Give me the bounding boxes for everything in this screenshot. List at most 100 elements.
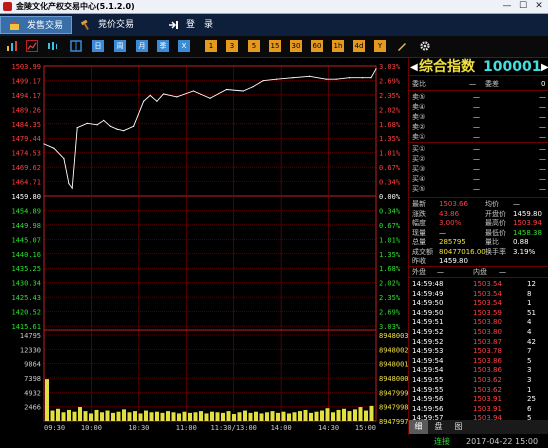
weicha-value: 0 xyxy=(541,80,546,88)
tab-auction-trade[interactable]: 竞价交易 xyxy=(72,16,148,34)
volume-bar xyxy=(320,410,324,421)
hour-1-button[interactable]: 1h xyxy=(332,40,344,52)
tab-chart[interactable]: 图 xyxy=(449,420,468,434)
volume-bar xyxy=(281,411,286,421)
minute-3-button[interactable]: 3 xyxy=(226,40,238,52)
volume-bar xyxy=(182,411,187,421)
stat-value: 1459.80 xyxy=(439,257,468,265)
buy-level-price: — xyxy=(473,185,480,193)
minute-30-button[interactable]: 30 xyxy=(290,40,302,52)
percent-tick-label: 2.35% xyxy=(379,92,401,100)
tick-price: 1503.80 xyxy=(473,328,502,336)
prev-index-button[interactable]: ◀ xyxy=(410,62,418,73)
price-point xyxy=(362,77,364,79)
period-month-button[interactable]: 月 xyxy=(136,40,148,52)
weibi-label: 委比 xyxy=(412,80,426,88)
close-button[interactable]: ✕ xyxy=(532,1,546,12)
buy-level-price: — xyxy=(473,145,480,153)
price-point xyxy=(149,94,151,96)
volume-bar xyxy=(292,412,297,421)
window-title: 金陵文化产权交易中心(5.1.2.0) xyxy=(16,2,135,11)
sell-level-row: 卖⑤ — — xyxy=(409,92,548,102)
candlestick-icon[interactable] xyxy=(46,40,58,52)
draw-pen-icon[interactable] xyxy=(396,40,408,52)
bar-chart-icon[interactable] xyxy=(6,40,18,52)
percent-tick-label: 0.67% xyxy=(379,222,401,230)
sell-level-qty: — xyxy=(539,113,546,121)
sell-level-row: 卖② — — xyxy=(409,122,548,132)
line-chart-icon[interactable] xyxy=(26,40,38,52)
volume-bar xyxy=(232,414,236,421)
day-4-button[interactable]: 4d xyxy=(353,40,365,52)
tab-login[interactable]: 登 录 xyxy=(160,16,230,34)
tab-book[interactable]: 盘 xyxy=(429,420,448,434)
volume-tick-label: 2466 xyxy=(24,404,41,412)
volume-tick-label: 7398 xyxy=(24,375,41,383)
volume-bar xyxy=(133,411,137,421)
price-tick-label: 1464.71 xyxy=(11,179,41,187)
next-index-button[interactable]: ▶ xyxy=(541,62,548,73)
grid-icon[interactable] xyxy=(70,40,82,52)
period-x-button[interactable]: X xyxy=(178,40,190,52)
volume-bar xyxy=(94,409,99,421)
weicha-label: 委差 xyxy=(485,80,499,88)
price-point xyxy=(76,127,78,129)
volume-bar xyxy=(314,411,319,421)
tick-time: 14:59:52 xyxy=(412,328,444,336)
volume-right-tick-label: 8947999 xyxy=(379,389,408,397)
tick-volume: 12 xyxy=(527,280,536,288)
volume-right-tick-label: 8948003 xyxy=(379,332,408,340)
volume-bar xyxy=(204,413,209,421)
sell-level-qty: — xyxy=(539,93,546,101)
period-day-button[interactable]: 日 xyxy=(92,40,104,52)
weibi-value: — xyxy=(469,80,476,88)
price-point xyxy=(335,78,337,80)
tick-volume: 3 xyxy=(527,376,532,384)
minute-5-button[interactable]: 5 xyxy=(248,40,260,52)
year-button[interactable]: Y xyxy=(374,40,386,52)
tab-primary-sale[interactable]: 发售交易 xyxy=(0,16,72,34)
percent-tick-label: 3.03% xyxy=(379,323,401,331)
sell-level-label: 卖④ xyxy=(412,103,426,111)
price-point xyxy=(109,125,111,127)
tick-price: 1503.78 xyxy=(473,347,502,356)
sell-level-price: — xyxy=(473,103,480,111)
sale-icon xyxy=(10,21,19,30)
tab-detail[interactable]: 细 xyxy=(409,420,428,434)
minute-15-button[interactable]: 15 xyxy=(269,40,281,52)
buy-level-price: — xyxy=(473,155,480,163)
status-datetime: 2017-04-22 15:00 xyxy=(466,437,539,446)
tick-time: 14:59:55 xyxy=(412,376,444,384)
neipan-value: — xyxy=(499,268,506,276)
percent-tick-label: 1.68% xyxy=(379,265,401,273)
buy-level-qty: — xyxy=(539,145,546,153)
settings-gear-icon[interactable] xyxy=(419,40,431,52)
minimize-button[interactable]: — xyxy=(500,1,514,12)
price-point xyxy=(242,90,244,92)
volume-bar xyxy=(100,412,104,421)
volume-bar xyxy=(166,411,170,421)
price-tick-label: 1415.61 xyxy=(11,323,41,331)
stat-label: 最新 xyxy=(412,200,426,208)
tick-time: 14:59:53 xyxy=(412,347,444,356)
tick-time: 14:59:52 xyxy=(412,337,444,346)
stat-value: 285795 xyxy=(439,238,466,246)
minute-60-button[interactable]: 60 xyxy=(311,40,323,52)
sell-level-label: 卖① xyxy=(412,133,426,141)
period-quarter-button[interactable]: 季 xyxy=(157,40,169,52)
tick-volume: 42 xyxy=(527,337,536,346)
tick-price: 1503.54 xyxy=(473,299,502,308)
volume-bar xyxy=(215,412,220,421)
buy-level-label: 买① xyxy=(412,145,426,153)
tick-volume: 5 xyxy=(527,356,532,365)
tick-volume: 1 xyxy=(527,299,532,308)
separator xyxy=(409,90,548,91)
period-week-button[interactable]: 周 xyxy=(114,40,126,52)
sell-level-row: 卖① — — xyxy=(409,132,548,142)
maximize-button[interactable]: ☐ xyxy=(516,1,530,12)
sell-level-row: 卖③ — — xyxy=(409,112,548,122)
volume-bar xyxy=(237,412,242,421)
tab-login-label: 登 录 xyxy=(186,20,214,30)
minute-1-button[interactable]: 1 xyxy=(205,40,217,52)
waipan-value: — xyxy=(437,268,444,276)
